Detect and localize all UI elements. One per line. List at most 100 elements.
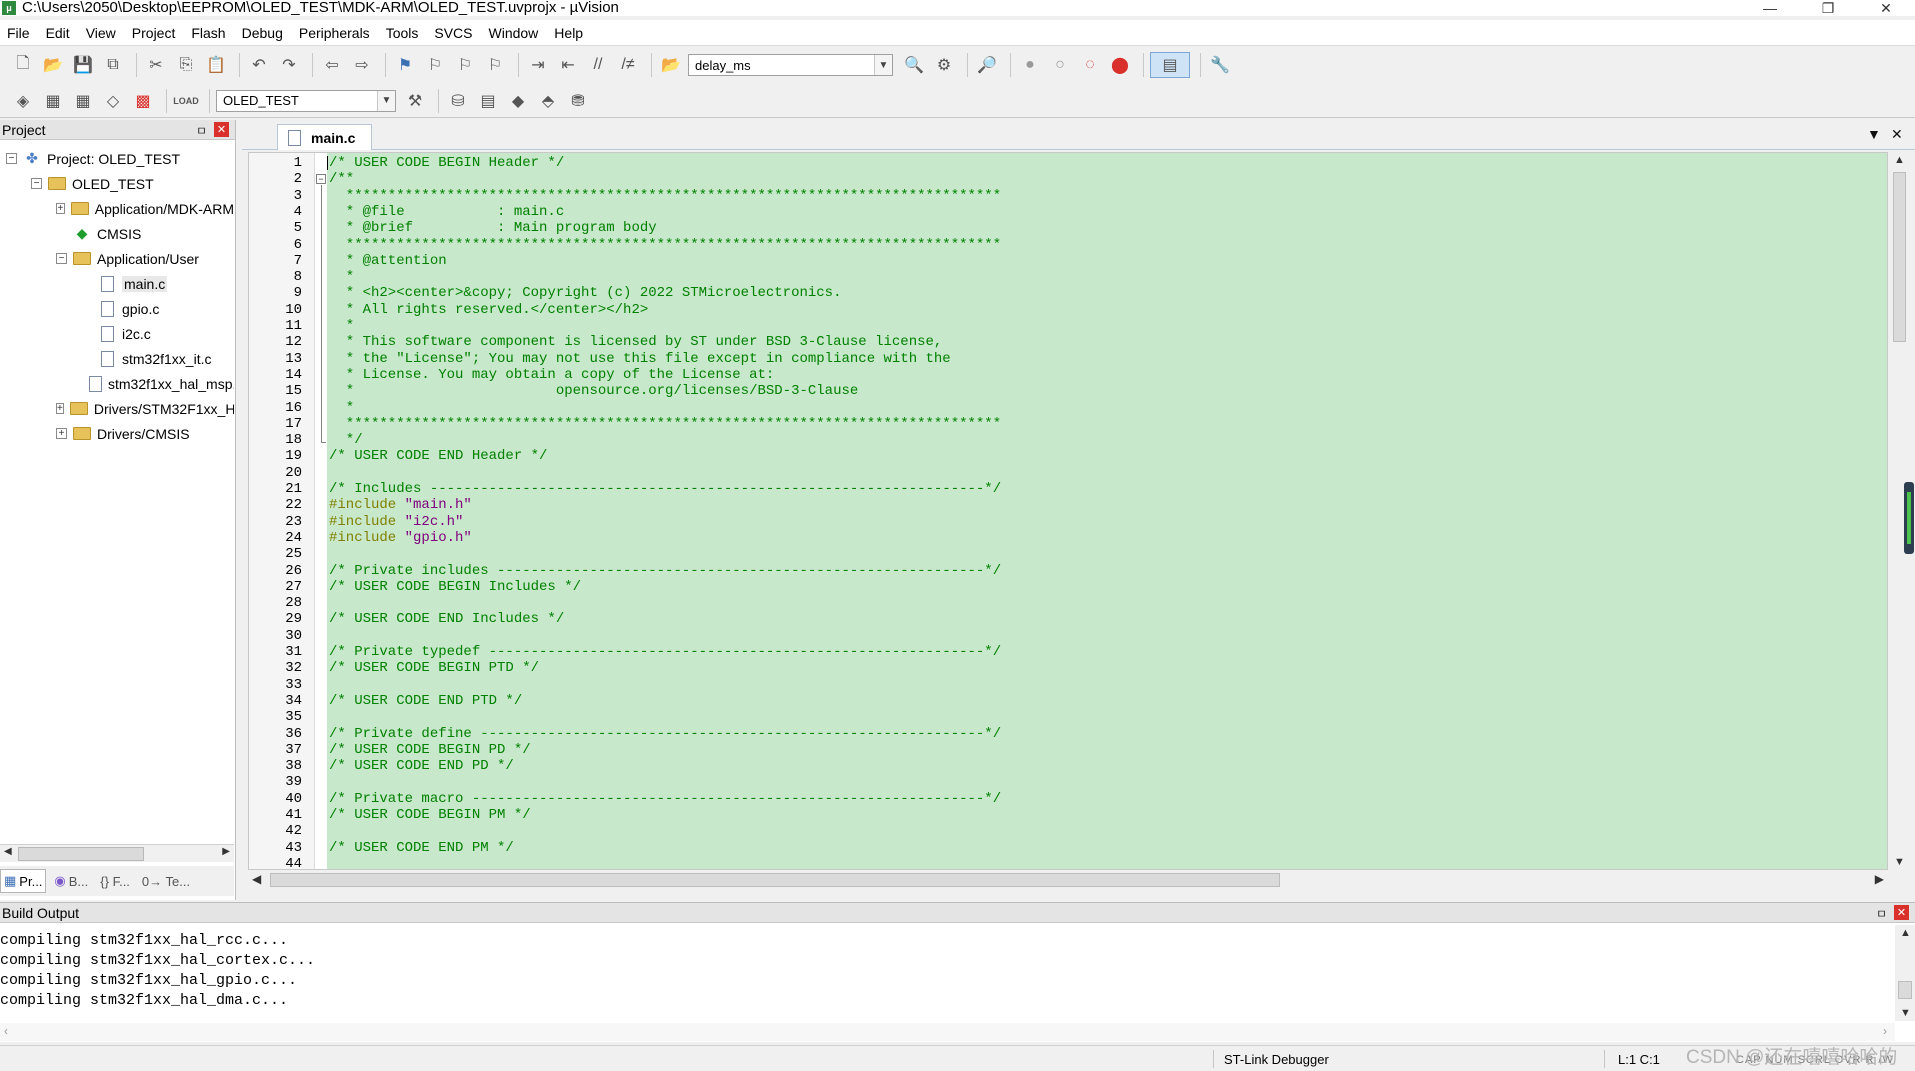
tree-item[interactable]: − ✤ Project: OLED_TEST xyxy=(0,146,234,171)
find-icon[interactable]: 🔍 xyxy=(901,52,927,78)
scrollbar-thumb[interactable] xyxy=(1893,172,1906,342)
save-all-icon[interactable]: ⧉ xyxy=(100,52,126,78)
scrollbar-thumb[interactable] xyxy=(1898,981,1912,999)
pin-icon[interactable]: ㅁ xyxy=(196,122,207,139)
menu-project[interactable]: Project xyxy=(125,20,185,46)
code-text[interactable]: /* USER CODE BEGIN Header *//** ********… xyxy=(327,153,1887,869)
bookmark-clear-icon[interactable]: ⚐ xyxy=(482,52,508,78)
pack-installer-icon[interactable]: ⬘ xyxy=(535,88,561,114)
close-tab-icon[interactable]: ✕ xyxy=(1891,126,1903,143)
undo-icon[interactable]: ↶ xyxy=(246,52,272,78)
batch-build-icon[interactable]: ◇ xyxy=(100,88,126,114)
scroll-left-icon[interactable]: ‹ xyxy=(4,1024,8,1038)
expand-icon[interactable]: + xyxy=(56,428,67,439)
tree-item[interactable]: + Application/MDK-ARM xyxy=(0,196,234,221)
menu-peripherals[interactable]: Peripherals xyxy=(292,20,379,46)
menu-svcs[interactable]: SVCS xyxy=(427,20,481,46)
scroll-down-icon[interactable]: ▼ xyxy=(1900,1007,1911,1019)
tab-functions[interactable]: {} F... xyxy=(96,869,134,893)
menu-help[interactable]: Help xyxy=(547,20,592,46)
collapse-icon[interactable]: − xyxy=(6,153,17,164)
translate-icon[interactable]: ◈ xyxy=(10,88,36,114)
collapse-icon[interactable]: − xyxy=(31,178,42,189)
window-layout-icon[interactable]: ▤ xyxy=(1150,52,1190,78)
tree-item[interactable]: − Application/User xyxy=(0,246,234,271)
find-in-files-icon[interactable]: 📂 xyxy=(658,52,684,78)
zoom-icon[interactable]: 🔎 xyxy=(974,52,1000,78)
fold-margin[interactable]: − xyxy=(315,153,327,869)
scroll-right-icon[interactable]: › xyxy=(1883,1024,1887,1038)
tree-item[interactable]: − OLED_TEST xyxy=(0,171,234,196)
tree-item[interactable]: gpio.c xyxy=(0,296,234,321)
incremental-find-icon[interactable]: ⚙ xyxy=(931,52,957,78)
breakpoint-options-icon[interactable]: ⬤ xyxy=(1107,52,1133,78)
redo-icon[interactable]: ↷ xyxy=(276,52,302,78)
editor-horizontal-scrollbar[interactable]: ◀ ▶ xyxy=(248,870,1888,890)
tab-list-dropdown-icon[interactable]: ▼ xyxy=(1867,126,1881,142)
tree-item[interactable]: main.c xyxy=(0,271,234,296)
menu-view[interactable]: View xyxy=(79,20,125,46)
side-dock-handle[interactable] xyxy=(1904,482,1914,554)
project-horizontal-scrollbar[interactable]: ◀ ▶ xyxy=(0,844,234,862)
close-icon[interactable]: ✕ xyxy=(1894,905,1909,920)
breakpoint-kill-icon[interactable]: ◌ xyxy=(1077,52,1103,78)
tree-item[interactable]: + Drivers/CMSIS xyxy=(0,421,234,446)
menu-debug[interactable]: Debug xyxy=(235,20,292,46)
uncomment-icon[interactable]: /≠ xyxy=(615,52,641,78)
build-icon[interactable]: ▦ xyxy=(40,88,66,114)
minimize-button[interactable]: — xyxy=(1741,0,1799,16)
menu-window[interactable]: Window xyxy=(482,20,548,46)
open-file-icon[interactable]: 📂 xyxy=(40,52,66,78)
tab-books[interactable]: ◉ B... xyxy=(50,869,92,893)
collapse-icon[interactable]: − xyxy=(56,253,67,264)
scroll-left-icon[interactable]: ◀ xyxy=(252,872,261,886)
scroll-up-icon[interactable]: ▲ xyxy=(1900,927,1911,939)
new-file-icon[interactable]: 🗋 xyxy=(10,52,36,78)
find-combo[interactable]: delay_ms ▼ xyxy=(688,54,893,76)
scroll-left-icon[interactable]: ◀ xyxy=(4,846,12,857)
scroll-right-icon[interactable]: ▶ xyxy=(222,846,230,857)
menu-flash[interactable]: Flash xyxy=(184,20,234,46)
tree-item[interactable]: + Drivers/STM32F1xx_HAL_Driver xyxy=(0,396,234,421)
close-icon[interactable]: ✕ xyxy=(214,122,229,137)
tree-item[interactable]: ◆ CMSIS xyxy=(0,221,234,246)
menu-tools[interactable]: Tools xyxy=(379,20,428,46)
unindent-icon[interactable]: ⇤ xyxy=(555,52,581,78)
scrollbar-thumb[interactable] xyxy=(270,873,1280,887)
rebuild-icon[interactable]: ▦ xyxy=(70,88,96,114)
navigate-forward-icon[interactable]: ⇨ xyxy=(349,52,375,78)
code-editor[interactable]: 1 2 3 4 5 6 7 8 9 10 11 12 13 14 15 16 17 18 19 20 21 22 23 24 2… xyxy=(248,152,1888,870)
expand-icon[interactable]: + xyxy=(56,203,65,214)
tree-item[interactable]: stm32f1xx_it.c xyxy=(0,346,234,371)
indent-icon[interactable]: ⇥ xyxy=(525,52,551,78)
scroll-up-icon[interactable]: ▲ xyxy=(1894,154,1905,166)
restore-button[interactable]: ❐ xyxy=(1799,0,1857,16)
breakpoint-insert-icon[interactable]: ● xyxy=(1017,52,1043,78)
menu-file[interactable]: File xyxy=(0,20,39,46)
comment-icon[interactable]: // xyxy=(585,52,611,78)
pin-icon[interactable]: ㅁ xyxy=(1876,905,1887,922)
scrollbar-thumb[interactable] xyxy=(18,847,144,861)
run-time-environment-icon[interactable]: ◆ xyxy=(505,88,531,114)
scroll-right-icon[interactable]: ▶ xyxy=(1875,872,1884,886)
file-extensions-icon[interactable]: ⛁ xyxy=(445,88,471,114)
build-output-text[interactable]: compiling stm32f1xx_hal_rcc.c... compilin… xyxy=(0,931,315,1011)
download-load-icon[interactable]: LOAD xyxy=(173,88,199,114)
copy-icon[interactable]: ⎘ xyxy=(173,52,199,78)
paste-icon[interactable]: 📋 xyxy=(203,52,229,78)
target-select[interactable]: OLED_TEST ▼ xyxy=(216,89,396,112)
navigate-back-icon[interactable]: ⇦ xyxy=(319,52,345,78)
tab-project[interactable]: ▦ Pr... xyxy=(0,869,47,893)
tab-templates[interactable]: 0→ Te... xyxy=(138,869,194,893)
save-icon[interactable]: 💾 xyxy=(70,52,96,78)
close-window-button[interactable]: ✕ xyxy=(1857,0,1915,16)
stop-build-icon[interactable]: ▩ xyxy=(130,88,156,114)
fold-collapse-icon[interactable]: − xyxy=(316,174,326,184)
chevron-down-icon[interactable]: ▼ xyxy=(874,55,892,75)
chevron-down-icon[interactable]: ▼ xyxy=(377,90,395,111)
bookmark-toggle-icon[interactable]: ⚑ xyxy=(392,52,418,78)
select-packs-icon[interactable]: ⛃ xyxy=(565,88,591,114)
tab-main-c[interactable]: main.c xyxy=(277,124,372,150)
menu-edit[interactable]: Edit xyxy=(39,20,79,46)
build-output-horizontal-scrollbar[interactable]: ‹ › xyxy=(0,1023,1895,1041)
